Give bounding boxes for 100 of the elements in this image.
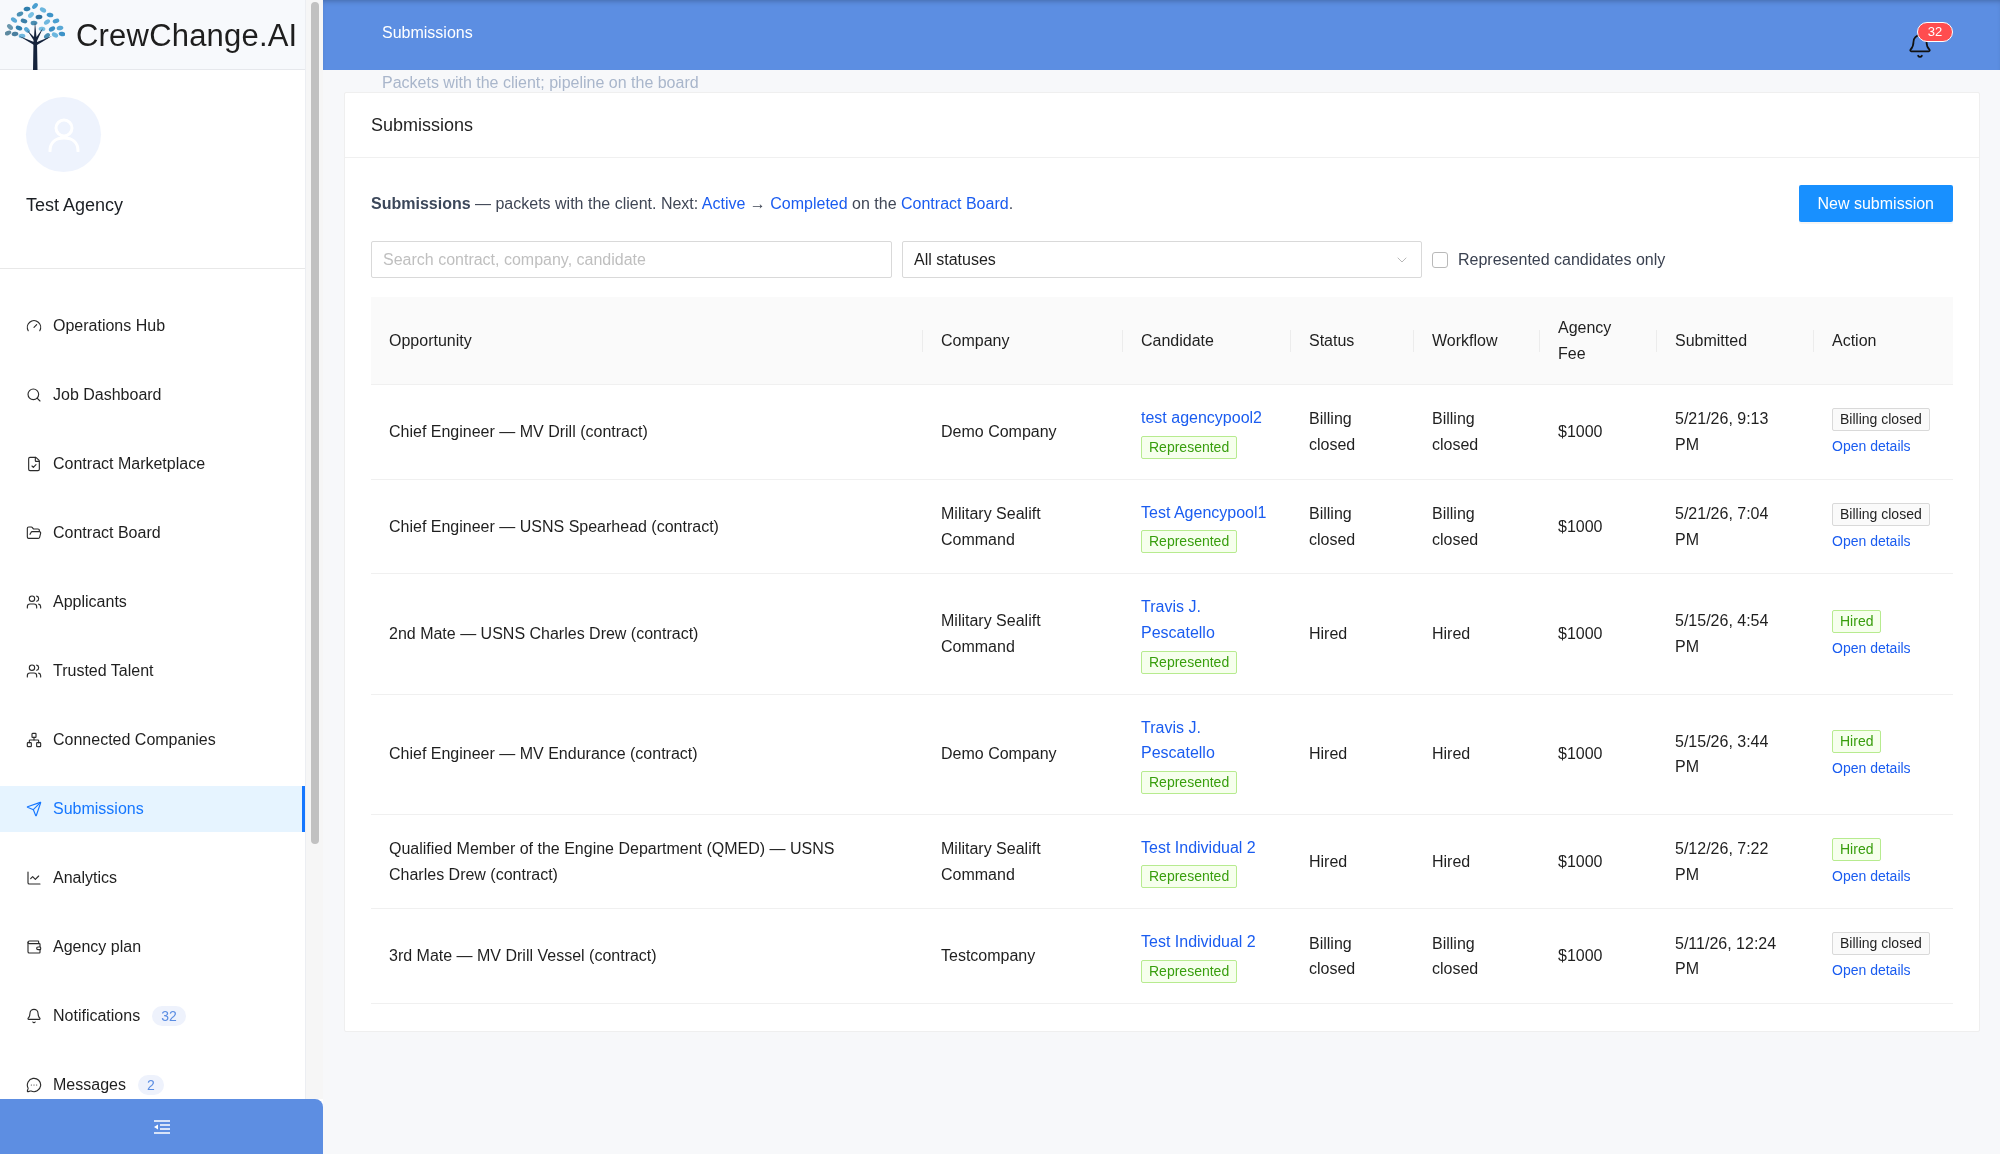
- column-header: Submitted: [1657, 297, 1814, 385]
- table-cell: $1000: [1540, 573, 1657, 695]
- open-details-link[interactable]: Open details: [1832, 436, 1911, 456]
- table-cell: Military Sealift Command: [923, 814, 1123, 909]
- table-cell: Billing closed: [1414, 384, 1540, 480]
- candidate-link[interactable]: Test Individual 2: [1141, 929, 1256, 955]
- table-cell: Hired: [1414, 814, 1540, 909]
- line-chart-icon: [26, 870, 42, 886]
- table-cell: Chief Engineer — MV Drill (contract): [371, 384, 923, 480]
- candidate-link[interactable]: Travis J. Pescatello: [1141, 714, 1273, 766]
- count-badge: 32: [152, 1006, 186, 1026]
- status-select[interactable]: All statuses: [902, 241, 1422, 278]
- table-cell: 3rd Mate — MV Drill Vessel (contract): [371, 908, 923, 1004]
- table-cell: $1000: [1540, 694, 1657, 815]
- notification-badge: 32: [1917, 22, 1953, 42]
- table-cell: 5/21/26, 9:13 PM: [1657, 384, 1814, 480]
- candidate-link[interactable]: Travis J. Pescatello: [1141, 594, 1273, 646]
- table-cell: Hired: [1414, 694, 1540, 815]
- table-cell: 5/12/26, 7:22 PM: [1657, 814, 1814, 909]
- table-cell: Demo Company: [923, 384, 1123, 480]
- page-title: Submissions: [382, 24, 473, 42]
- table-cell: Billing closed: [1291, 908, 1414, 1004]
- nav-item[interactable]: Notifications 32: [0, 993, 305, 1039]
- nav-item[interactable]: Contract Marketplace: [0, 441, 305, 487]
- table-cell: Hired: [1414, 573, 1540, 695]
- column-header: Company: [923, 297, 1123, 385]
- folder-icon: [26, 525, 42, 541]
- table-cell: Billing closed: [1291, 384, 1414, 480]
- wallet-icon: [26, 939, 42, 955]
- represented-tag: Represented: [1141, 530, 1238, 554]
- page-subtitle: Packets with the client; pipeline on the board: [382, 74, 699, 92]
- users-icon: [26, 594, 42, 610]
- nav-item[interactable]: Analytics: [0, 855, 305, 901]
- new-submission-button[interactable]: New submission: [1798, 185, 1953, 222]
- inline-link[interactable]: Contract Board: [901, 194, 1009, 212]
- nav-item[interactable]: Agency plan: [0, 924, 305, 970]
- open-details-link[interactable]: Open details: [1832, 530, 1911, 551]
- brand-name: CrewChange.AI: [76, 18, 298, 54]
- represented-tag: Represented: [1141, 435, 1238, 459]
- table-cell: $1000: [1540, 814, 1657, 909]
- represented-tag: Represented: [1141, 865, 1238, 889]
- open-details-link[interactable]: Open details: [1832, 758, 1911, 779]
- nav-item[interactable]: Messages 2: [0, 1062, 305, 1099]
- profile-name: Test Agency: [26, 194, 124, 216]
- table-cell: $1000: [1540, 479, 1657, 574]
- table-cell: 5/11/26, 12:24 PM: [1657, 908, 1814, 1004]
- document-check-icon: [26, 456, 42, 472]
- nav-item[interactable]: Contract Board: [0, 510, 305, 556]
- intro-text: Submissions — packets with the client. Next: Active → Completed on the Contract Board.: [371, 194, 1014, 213]
- table-cell: Hired: [1291, 694, 1414, 815]
- checkbox[interactable]: [1432, 251, 1448, 268]
- candidate-link[interactable]: Test Agencypool1: [1141, 499, 1267, 526]
- represented-tag: Represented: [1141, 650, 1238, 674]
- table-cell: 5/15/26, 3:44 PM: [1657, 694, 1814, 815]
- status-tag: Billing closed: [1832, 502, 1930, 526]
- table-cell: 5/21/26, 7:04 PM: [1657, 479, 1814, 574]
- send-icon: [26, 801, 42, 817]
- table-cell: Hired: [1291, 573, 1414, 695]
- nav-item[interactable]: Submissions: [0, 786, 305, 832]
- column-header: Agency Fee: [1540, 297, 1657, 385]
- sidebar-scrollbar[interactable]: [306, 0, 323, 1099]
- collapse-sidebar-button[interactable]: [0, 1099, 323, 1154]
- users-icon: [26, 663, 42, 679]
- candidate-link[interactable]: test agencypool2: [1141, 405, 1262, 431]
- status-tag: Hired: [1832, 730, 1882, 754]
- table-cell: 5/15/26, 4:54 PM: [1657, 573, 1814, 695]
- open-details-link[interactable]: Open details: [1832, 637, 1911, 658]
- table-cell: Military Sealift Command: [923, 573, 1123, 695]
- nav-item[interactable]: Connected Companies: [0, 717, 305, 763]
- candidate-link[interactable]: Test Individual 2: [1141, 834, 1256, 861]
- status-tag: Hired: [1832, 837, 1882, 861]
- gauge-icon: [26, 318, 42, 334]
- table-cell: Billing closed: [1291, 479, 1414, 574]
- status-tag: Hired: [1832, 609, 1882, 633]
- nav-item[interactable]: Operations Hub: [0, 303, 305, 349]
- menu-fold-icon: [153, 1119, 170, 1134]
- nav-item[interactable]: Job Dashboard: [0, 372, 305, 418]
- nav-item[interactable]: Applicants: [0, 579, 305, 625]
- table-cell: Qualified Member of the Engine Department (QMED) — USNS Charles Drew (contract): [371, 814, 923, 909]
- column-header: Opportunity: [371, 297, 923, 385]
- nav-item[interactable]: Trusted Talent: [0, 648, 305, 694]
- column-header: Candidate: [1123, 297, 1291, 385]
- count-badge: 2: [137, 1075, 164, 1095]
- table-cell: Billing closed: [1414, 479, 1540, 574]
- card-title: Submissions: [371, 114, 474, 136]
- table-cell: Billing closed: [1414, 908, 1540, 1004]
- table-cell: $1000: [1540, 384, 1657, 480]
- checkbox-label[interactable]: Represented candidates only: [1458, 250, 1666, 269]
- table-cell: Hired: [1291, 814, 1414, 909]
- chat-bubble-icon: [26, 1077, 42, 1093]
- open-details-link[interactable]: Open details: [1832, 960, 1911, 981]
- open-details-link[interactable]: Open details: [1832, 865, 1911, 886]
- inline-link[interactable]: Active: [701, 194, 746, 212]
- status-tag: Billing closed: [1832, 408, 1930, 431]
- table-cell: Demo Company: [923, 694, 1123, 815]
- search-field[interactable]: Search contract, company, candidate: [371, 241, 892, 278]
- inline-link[interactable]: Completed: [770, 194, 848, 212]
- hierarchy-icon: [26, 732, 42, 748]
- column-header: Action: [1814, 297, 1953, 385]
- bell-icon: [26, 1008, 42, 1024]
